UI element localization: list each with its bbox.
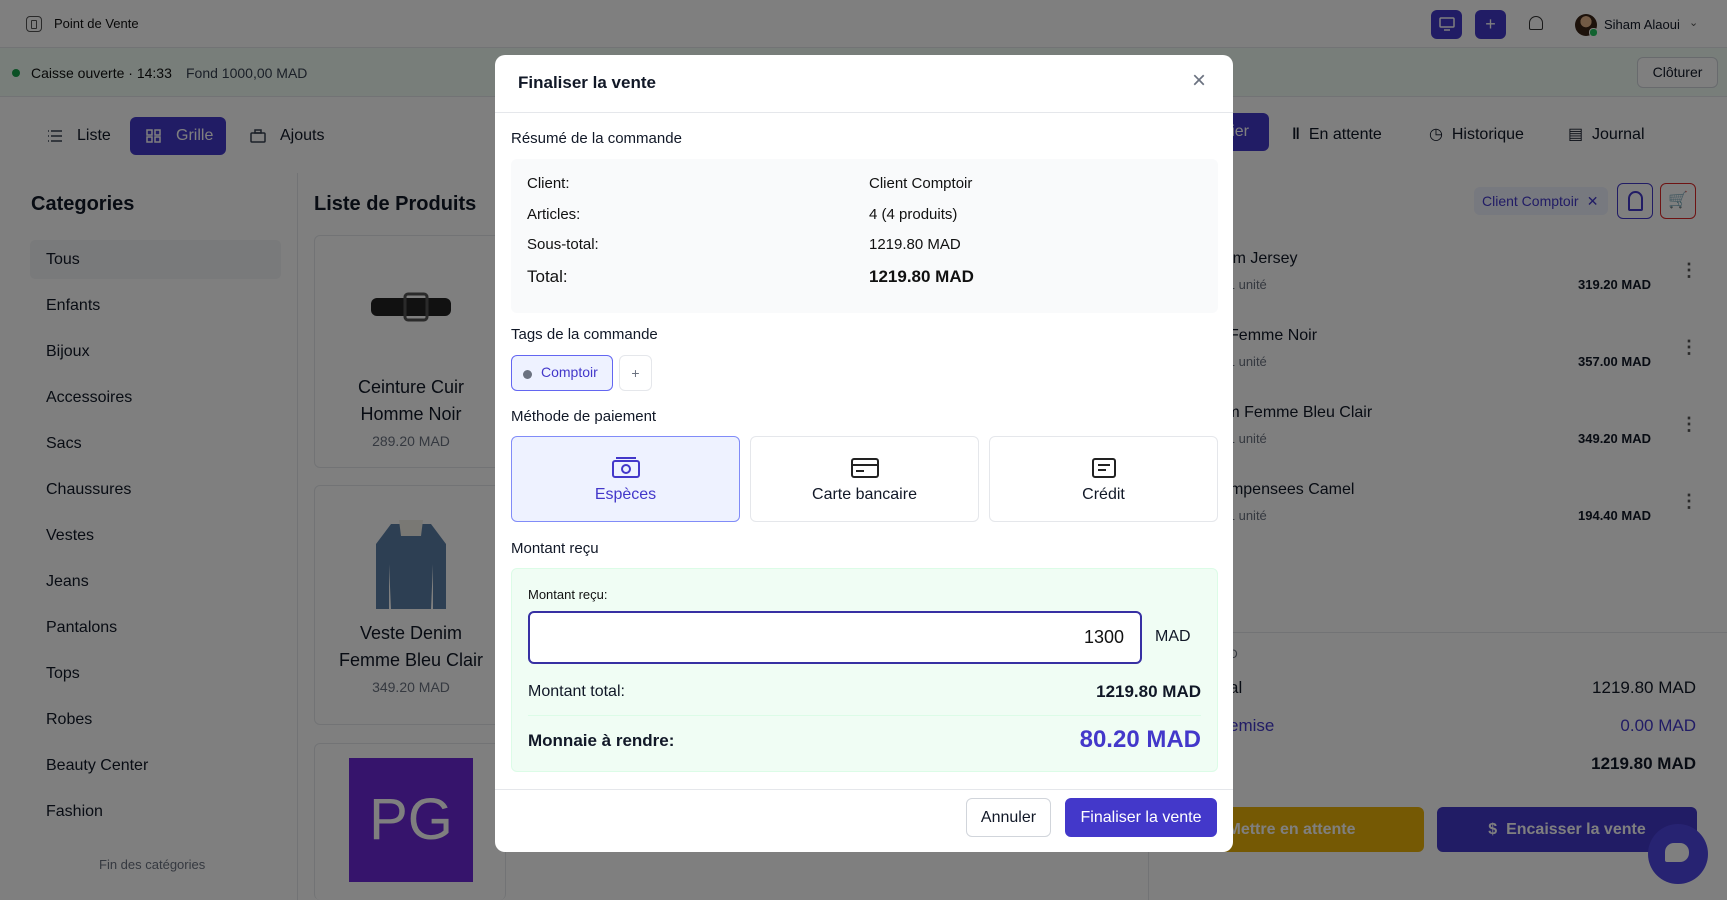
checkout-dialog: Finaliser la vente × Résumé de la comman… (495, 55, 1233, 852)
receipt-icon (1091, 458, 1116, 478)
finalize-button[interactable]: Finaliser la vente (1065, 798, 1217, 837)
footer-divider (495, 789, 1233, 790)
payment-cash-label: Espèces (594, 486, 657, 503)
summary-articles-value: 4 (4 produits) (869, 206, 958, 223)
cancel-button[interactable]: Annuler (966, 798, 1051, 837)
cash-icon (611, 457, 640, 478)
received-panel: Montant reçu: 1300 MAD Montant total: 12… (511, 568, 1218, 772)
received-label: Montant reçu: (528, 587, 608, 602)
summary-total-value: 1219.80 MAD (869, 267, 974, 286)
summary-subtotal-label: Sous-total: (527, 236, 599, 253)
pos-app: Point de Vente + Siham Alaoui ⌄ Caisse o… (0, 0, 1727, 900)
tag-label: Comptoir (541, 364, 598, 380)
amount-total-value: 1219.80 MAD (1096, 682, 1201, 701)
summary-total-label: Total: (527, 267, 568, 286)
summary-client-value: Client Comptoir (869, 175, 973, 192)
summary-subtotal-value: 1219.80 MAD (869, 236, 961, 253)
add-tag-button[interactable]: + (619, 355, 652, 391)
payment-credit-label: Crédit (1082, 486, 1125, 503)
payment-title: Méthode de paiement (511, 408, 657, 425)
amount-received-input[interactable]: 1300 (528, 611, 1142, 664)
amount-total-label: Montant total: (528, 683, 625, 700)
divider (495, 112, 1233, 113)
payment-credit[interactable]: Crédit (989, 436, 1218, 522)
credit-card-icon (850, 458, 879, 478)
change-label: Monnaie à rendre: (528, 731, 675, 750)
tag-dot (523, 370, 532, 379)
change-value: 80.20 MAD (1079, 726, 1201, 753)
divider (528, 715, 1201, 716)
summary-articles-label: Articles: (527, 206, 581, 223)
payment-card-label: Carte bancaire (812, 486, 917, 503)
payment-cash[interactable]: Espèces (511, 436, 740, 522)
dialog-title: Finaliser la vente (518, 73, 656, 92)
payment-card[interactable]: Carte bancaire (750, 436, 979, 522)
tags-title: Tags de la commande (511, 326, 658, 343)
received-title: Montant reçu (511, 540, 599, 557)
summary-client-label: Client: (527, 175, 570, 192)
currency-label: MAD (1155, 628, 1191, 645)
close-icon[interactable]: × (1188, 69, 1210, 93)
order-tag[interactable]: Comptoir (511, 355, 613, 391)
summary-title: Résumé de la commande (511, 130, 682, 147)
order-summary: Client: Client Comptoir Articles: 4 (4 p… (511, 159, 1218, 313)
